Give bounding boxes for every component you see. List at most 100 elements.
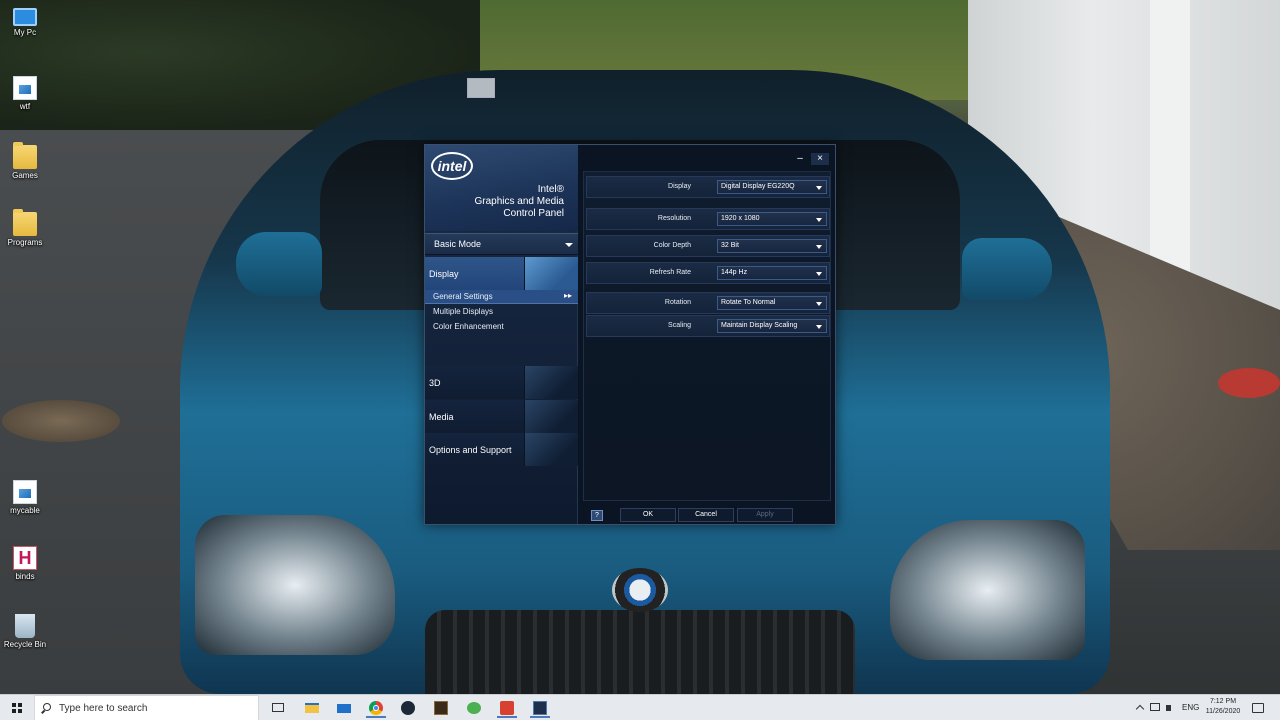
clock-time[interactable]: 7:12 PM	[1200, 698, 1246, 705]
desktop-icon-wtf[interactable]: wtf	[2, 76, 48, 112]
setting-rotation: Rotation Rotate To Normal	[586, 292, 830, 314]
desktop-icon-my-pc[interactable]: My Pc	[2, 8, 48, 38]
car-grille	[425, 610, 855, 694]
nav-sub-general-settings[interactable]: General Settings ▸▸	[425, 290, 578, 304]
image-file-icon	[13, 76, 37, 100]
setting-refresh-rate: Refresh Rate 144p Hz	[586, 262, 830, 284]
windows-logo-icon	[12, 703, 22, 713]
car-mirror-left	[236, 232, 322, 296]
computer-icon	[13, 8, 37, 26]
mode-select-value: Basic Mode	[434, 239, 482, 249]
network-icon[interactable]	[1150, 703, 1160, 713]
media-icon	[524, 400, 578, 433]
desktop-icon-games[interactable]: Games	[2, 142, 48, 181]
refresh-rate-dropdown[interactable]: 144p Hz	[717, 266, 827, 280]
car-headlight-right	[890, 520, 1085, 660]
folder-icon	[13, 209, 37, 236]
setting-color-depth: Color Depth 32 Bit	[586, 235, 830, 257]
taskbar: Type here to search ENG 7:12 PM 11/26/20…	[0, 694, 1280, 720]
desktop-icon-mycable[interactable]: mycable	[2, 480, 48, 516]
nav-category-media[interactable]: Media	[425, 400, 578, 433]
volume-icon[interactable]	[1166, 703, 1176, 713]
chevron-down-icon	[816, 325, 822, 329]
setting-resolution: Resolution 1920 x 1080	[586, 208, 830, 230]
nav-category-display[interactable]: Display	[425, 257, 578, 290]
dropdown-value: Maintain Display Scaling	[721, 322, 798, 329]
display-dropdown[interactable]: Digital Display EG220Q	[717, 180, 827, 194]
nav-category-label: Display	[429, 269, 459, 279]
task-view-icon[interactable]	[268, 698, 288, 718]
setting-label: Refresh Rate	[649, 269, 691, 276]
desktop-icon-label: binds	[15, 572, 35, 581]
taskbar-search[interactable]: Type here to search	[34, 695, 259, 720]
chevron-down-icon	[816, 186, 822, 190]
language-indicator[interactable]: ENG	[1182, 703, 1199, 712]
minimize-button[interactable]: –	[791, 153, 809, 165]
3d-shapes-icon	[524, 366, 578, 399]
double-arrow-icon: ▸▸	[563, 291, 572, 300]
mail-icon[interactable]	[334, 698, 354, 718]
color-depth-dropdown[interactable]: 32 Bit	[717, 239, 827, 253]
search-placeholder: Type here to search	[59, 703, 148, 714]
ok-button[interactable]: OK	[620, 508, 676, 522]
close-button[interactable]: ×	[811, 153, 829, 165]
nav-sub-label: General Settings	[433, 292, 493, 301]
desktop-icon-label: Programs	[7, 238, 43, 247]
nav-sub-color-enhancement[interactable]: Color Enhancement	[425, 320, 578, 334]
chevron-up-icon[interactable]	[1135, 703, 1145, 714]
nav-sub-label: Multiple Displays	[433, 307, 494, 316]
dialog-button-bar: ? OK Cancel Apply	[583, 507, 831, 523]
file-explorer-icon[interactable]	[302, 698, 322, 718]
dropdown-value: Rotate To Normal	[721, 299, 776, 306]
intel-logo: intel	[431, 152, 473, 180]
car-headlight-left	[195, 515, 395, 655]
intel-app-icon[interactable]	[530, 698, 550, 718]
desktop-icon-label: My Pc	[13, 28, 37, 37]
setting-label: Rotation	[664, 299, 691, 306]
scaling-dropdown[interactable]: Maintain Display Scaling	[717, 319, 827, 333]
help-button[interactable]: ?	[591, 510, 603, 521]
nav-category-label: Media	[429, 412, 454, 422]
dropdown-value: 32 Bit	[721, 242, 739, 249]
setting-display: Display Digital Display EG220Q	[586, 176, 830, 198]
image-file-icon	[13, 480, 37, 504]
sidebar: intel Intel® Graphics and Media Control …	[425, 145, 578, 524]
desktop-icon-recycle-bin[interactable]: Recycle Bin	[2, 614, 48, 650]
recycle-bin-icon	[15, 614, 35, 638]
desktop-icon-label: Games	[12, 171, 38, 180]
frog-icon[interactable]	[464, 698, 484, 718]
desktop-icon-label: wtf	[19, 102, 31, 111]
search-icon	[43, 703, 51, 711]
setting-label: Display	[668, 183, 691, 190]
setting-scaling: Scaling Maintain Display Scaling	[586, 315, 830, 337]
desktop-icon-binds[interactable]: H binds	[2, 546, 48, 582]
chevron-down-icon	[565, 243, 573, 247]
red-app-icon[interactable]	[497, 698, 517, 718]
desktop-icon-programs[interactable]: Programs	[2, 209, 48, 248]
mode-select[interactable]: Basic Mode	[425, 233, 578, 255]
nav-sub-label: Color Enhancement	[433, 322, 504, 331]
car-mirror-right	[962, 238, 1052, 300]
nav-sub-multiple-displays[interactable]: Multiple Displays	[425, 305, 578, 319]
help-support-icon	[524, 433, 578, 466]
brand-line-3: Control Panel	[503, 208, 564, 219]
wallpaper-red-object	[1218, 368, 1280, 398]
game-icon[interactable]	[431, 698, 451, 718]
dropdown-value: 1920 x 1080	[721, 215, 760, 222]
nav-category-options-support[interactable]: Options and Support	[425, 433, 578, 466]
chevron-down-icon	[816, 272, 822, 276]
chrome-icon[interactable]	[366, 698, 386, 718]
cancel-button[interactable]: Cancel	[678, 508, 734, 522]
clock-date[interactable]: 11/26/2020	[1200, 708, 1246, 715]
desktop-icon-label: mycable	[10, 506, 40, 515]
window-controls: – ×	[789, 148, 829, 165]
start-button[interactable]	[0, 695, 34, 720]
nav-category-3d[interactable]: 3D	[425, 366, 578, 399]
rotation-dropdown[interactable]: Rotate To Normal	[717, 296, 827, 310]
notification-icon[interactable]	[1252, 703, 1264, 713]
folder-icon	[13, 142, 37, 169]
resolution-dropdown[interactable]: 1920 x 1080	[717, 212, 827, 226]
steam-icon[interactable]	[398, 698, 418, 718]
manhole-cover	[2, 400, 120, 442]
apply-button[interactable]: Apply	[737, 508, 793, 522]
